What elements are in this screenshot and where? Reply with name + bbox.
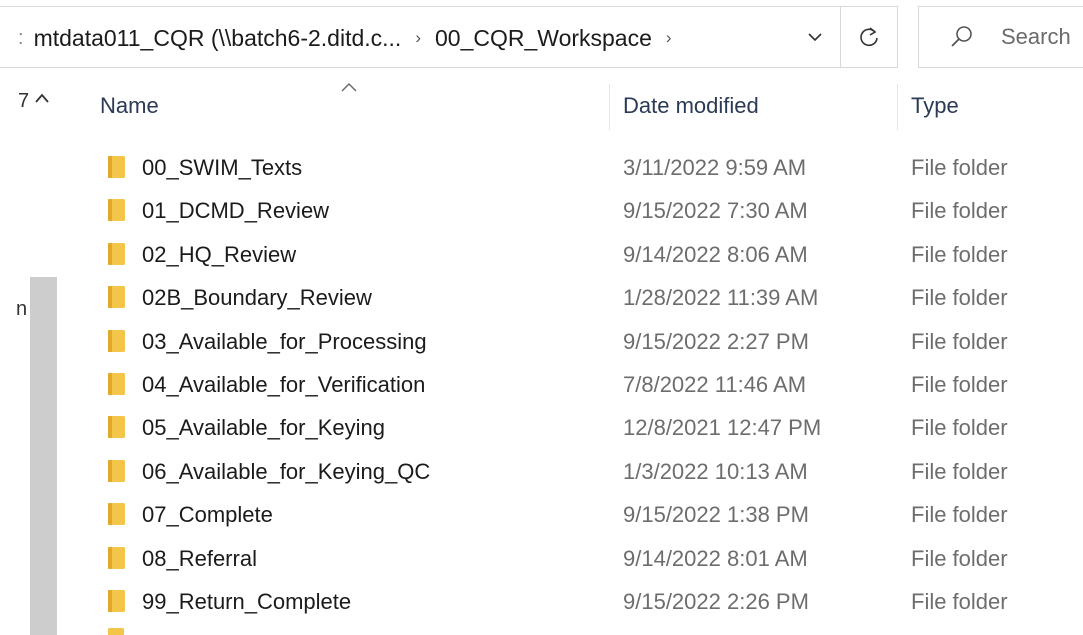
file-row[interactable]: 02B_Boundary_Review 1/28/2022 11:39 AM Fil… (60, 276, 1083, 319)
file-date-modified: 1/3/2022 10:13 AM (623, 458, 808, 484)
file-type: File folder (911, 545, 1008, 571)
refresh-icon (860, 27, 878, 47)
file-name[interactable]: 07_Complete (142, 493, 273, 536)
file-date-modified: 9/15/2022 7:30 AM (623, 198, 808, 224)
folder-icon (108, 156, 125, 178)
column-header-type[interactable]: Type (911, 80, 959, 132)
folder-icon (108, 503, 125, 526)
file-date-modified: 9/15/2022 2:26 PM (623, 589, 809, 614)
column-header-name[interactable]: Name (100, 80, 159, 132)
folder-icon (108, 242, 125, 265)
file-row[interactable]: 05_Available_for_Keying 12/8/2021 12:47 P… (60, 406, 1083, 449)
scroll-up-button[interactable] (32, 88, 52, 108)
search-icon (951, 26, 972, 47)
file-date-modified: 9/14/2022 8:01 AM (623, 545, 808, 571)
file-row[interactable]: 99_Return_Complete 9/15/2022 2:26 PM File … (60, 580, 1083, 623)
search-input[interactable]: Search (1001, 7, 1071, 67)
file-type: File folder (911, 328, 1008, 354)
file-type: File folder (911, 285, 1008, 311)
file-date-modified: 3/11/2022 9:59 AM (623, 155, 807, 180)
file-name[interactable]: 04_Available_for_Verification (142, 363, 425, 406)
breadcrumb-overflow[interactable]: : (18, 27, 24, 50)
file-type: File folder (911, 589, 1008, 614)
scrollbar-thumb[interactable] (30, 277, 57, 635)
file-row[interactable]: 06_Available_for_Keying_QC 1/3/2022 10:13… (60, 450, 1083, 493)
file-row[interactable]: 07_Complete 9/15/2022 1:38 PM File folder (60, 493, 1083, 536)
file-type: File folder (911, 241, 1008, 267)
column-divider[interactable] (609, 84, 610, 130)
folder-icon (108, 459, 125, 482)
folder-icon (108, 286, 125, 309)
nav-pane-scrollbar[interactable]: 7 n (0, 80, 57, 635)
breadcrumb-separator[interactable]: › (666, 28, 672, 48)
sort-ascending-icon (341, 83, 357, 92)
file-name[interactable]: 06_Available_for_Keying_QC (142, 450, 430, 493)
file-name[interactable]: 03_Available_for_Processing (142, 320, 427, 363)
file-name[interactable]: 05_Available_for_Keying (142, 406, 385, 449)
file-type: File folder (911, 198, 1008, 224)
breadcrumb-item-workspace[interactable]: 00_CQR_Workspace (435, 25, 652, 52)
column-divider[interactable] (897, 84, 898, 130)
file-type: File folder (911, 372, 1008, 397)
breadcrumb-item-drive[interactable]: mtdata011_CQR (\\batch6-2.ditd.c... (34, 25, 402, 52)
folder-icon (108, 199, 125, 222)
folder-icon (108, 628, 124, 635)
folder-icon (108, 373, 125, 395)
file-date-modified: 1/28/2022 11:39 AM (623, 285, 819, 311)
file-row[interactable]: 02_HQ_Review 9/14/2022 8:06 AM File folder (60, 233, 1083, 276)
file-row[interactable]: 08_Referral 9/14/2022 8:01 AM File folder (60, 537, 1083, 580)
chevron-down-icon (808, 33, 822, 42)
file-name[interactable]: 02B_Boundary_Review (142, 276, 372, 319)
refresh-button[interactable] (840, 7, 897, 67)
file-name[interactable]: 02_HQ_Review (142, 233, 296, 276)
folder-icon (108, 590, 125, 612)
breadcrumb-separator[interactable]: › (415, 28, 421, 48)
file-name[interactable]: 08_Referral (142, 537, 257, 580)
file-type: File folder (911, 458, 1008, 484)
folder-icon (108, 546, 125, 569)
file-row[interactable]: 00_SWIM_Texts 3/11/2022 9:59 AM File folde… (60, 146, 1083, 189)
file-row[interactable]: 01_DCMD_Review 9/15/2022 7:30 AM File fold… (60, 189, 1083, 232)
address-history-dropdown-button[interactable] (790, 7, 840, 67)
file-date-modified: 9/15/2022 2:27 PM (623, 328, 809, 354)
file-type: File folder (911, 415, 1008, 441)
breadcrumb: : mtdata011_CQR (\\batch6-2.ditd.c... › … (18, 7, 686, 69)
folder-icon (108, 329, 125, 352)
search-box[interactable]: Search (918, 6, 1083, 68)
scroll-up-icon (35, 93, 49, 103)
file-name[interactable]: 99_Return_Complete (142, 580, 351, 623)
file-date-modified: 9/14/2022 8:06 AM (623, 241, 808, 267)
file-date-modified: 12/8/2021 12:47 PM (623, 415, 822, 441)
file-row[interactable]: 03_Available_for_Processing 9/15/2022 2:2… (60, 320, 1083, 363)
address-bar[interactable]: : mtdata011_CQR (\\batch6-2.ditd.c... › … (0, 6, 898, 68)
file-date-modified: 7/8/2022 11:46 AM (623, 372, 807, 397)
nav-item-truncated[interactable]: n (16, 298, 27, 321)
column-header-date-modified[interactable]: Date modified (623, 80, 759, 132)
folder-icon (108, 416, 125, 439)
file-type: File folder (911, 155, 1008, 180)
navigation-pane[interactable]: 7 n (0, 80, 60, 635)
file-date-modified: 9/15/2022 1:38 PM (623, 502, 809, 528)
file-row[interactable]: 04_Available_for_Verification 7/8/2022 11… (60, 363, 1083, 406)
file-name[interactable]: 01_DCMD_Review (142, 189, 329, 232)
file-name[interactable]: 00_SWIM_Texts (142, 146, 302, 189)
nav-item-truncated[interactable]: 7 (18, 90, 29, 113)
file-type: File folder (911, 502, 1008, 528)
